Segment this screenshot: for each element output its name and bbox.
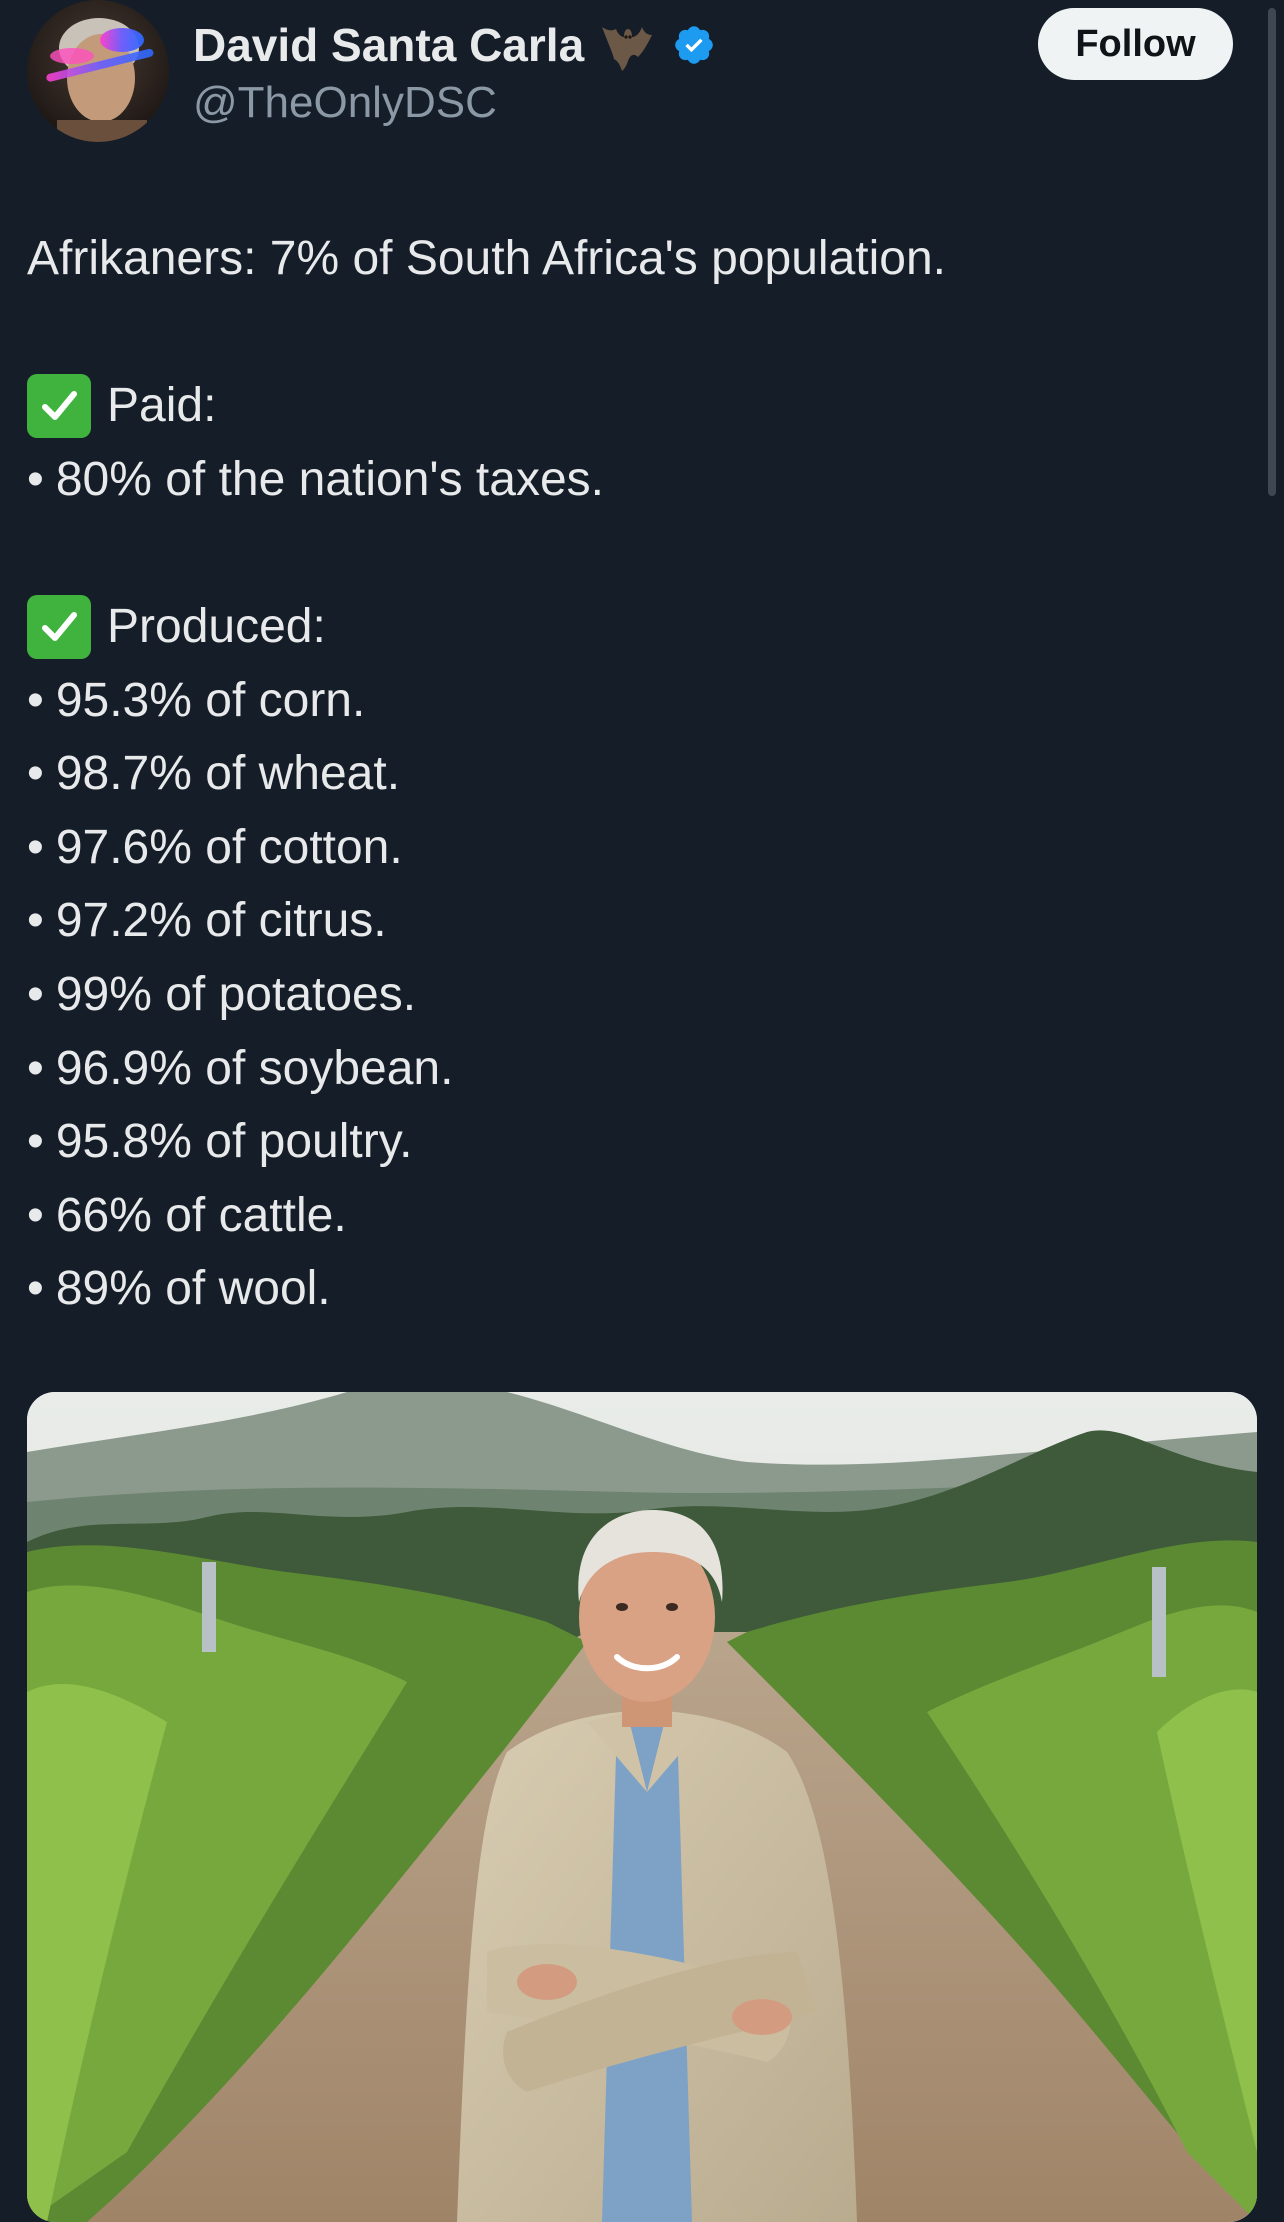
produced-heading: Produced: <box>107 599 326 653</box>
vineyard-photo <box>27 1392 1257 2222</box>
produced-item: 97.2% of citrus. <box>55 894 387 948</box>
produced-item: 99% of potatoes. <box>55 967 417 1021</box>
produced-item: 97.6% of cotton. <box>55 820 403 874</box>
bullet: • <box>27 747 44 801</box>
bat-icon <box>598 17 654 73</box>
produced-item: 98.7% of wheat. <box>55 747 401 801</box>
bullet: • <box>27 1188 44 1242</box>
author-handle[interactable]: @TheOnlyDSC <box>193 78 497 128</box>
author-display-name[interactable]: David Santa Carla <box>193 18 584 72</box>
bullet: • <box>27 673 44 727</box>
produced-item: 89% of wool. <box>55 1262 331 1316</box>
tweet-media-image[interactable] <box>27 1392 1257 2222</box>
produced-item: 95.3% of corn. <box>55 673 366 727</box>
follow-button[interactable]: Follow <box>1038 8 1233 80</box>
list-item: • 95.8% of poultry. <box>27 1105 1247 1179</box>
paid-heading: Paid: <box>107 379 217 433</box>
bullet: • <box>27 1041 44 1095</box>
avatar[interactable] <box>27 0 169 142</box>
bullet: • <box>27 1115 44 1169</box>
list-item: • 97.6% of cotton. <box>27 811 1247 885</box>
produced-item: 66% of cattle. <box>55 1188 347 1242</box>
list-item: • 66% of cattle. <box>27 1179 1247 1253</box>
list-item: • 97.2% of citrus. <box>27 884 1247 958</box>
produced-item: 96.9% of soybean. <box>55 1041 454 1095</box>
bullet: • <box>27 452 44 506</box>
tweet-intro: Afrikaners: 7% of South Africa's populat… <box>27 232 947 285</box>
produced-heading-line: Produced: <box>27 590 1247 664</box>
list-item: • 96.9% of soybean. <box>27 1032 1247 1106</box>
avatar-image <box>27 0 169 142</box>
list-item: • 80% of the nation's taxes. <box>27 443 1247 517</box>
bullet: • <box>27 1262 44 1316</box>
check-mark-button-emoji-icon <box>27 594 91 659</box>
author-name-row: David Santa Carla <box>193 14 716 76</box>
list-item: • 95.3% of corn. <box>27 664 1247 738</box>
tweet-text: Afrikaners: 7% of South Africa's populat… <box>27 222 1247 1326</box>
verified-badge-icon[interactable] <box>672 23 716 67</box>
check-mark-button-emoji-icon <box>27 373 91 438</box>
bullet: • <box>27 820 44 874</box>
paid-item: 80% of the nation's taxes. <box>55 452 604 506</box>
list-item: • 98.7% of wheat. <box>27 737 1247 811</box>
bullet: • <box>27 894 44 948</box>
produced-item: 95.8% of poultry. <box>55 1115 413 1169</box>
list-item: • 99% of potatoes. <box>27 958 1247 1032</box>
paid-heading-line: Paid: <box>27 369 1247 443</box>
scrollbar[interactable] <box>1268 8 1276 496</box>
list-item: • 89% of wool. <box>27 1252 1247 1326</box>
bullet: • <box>27 967 44 1021</box>
